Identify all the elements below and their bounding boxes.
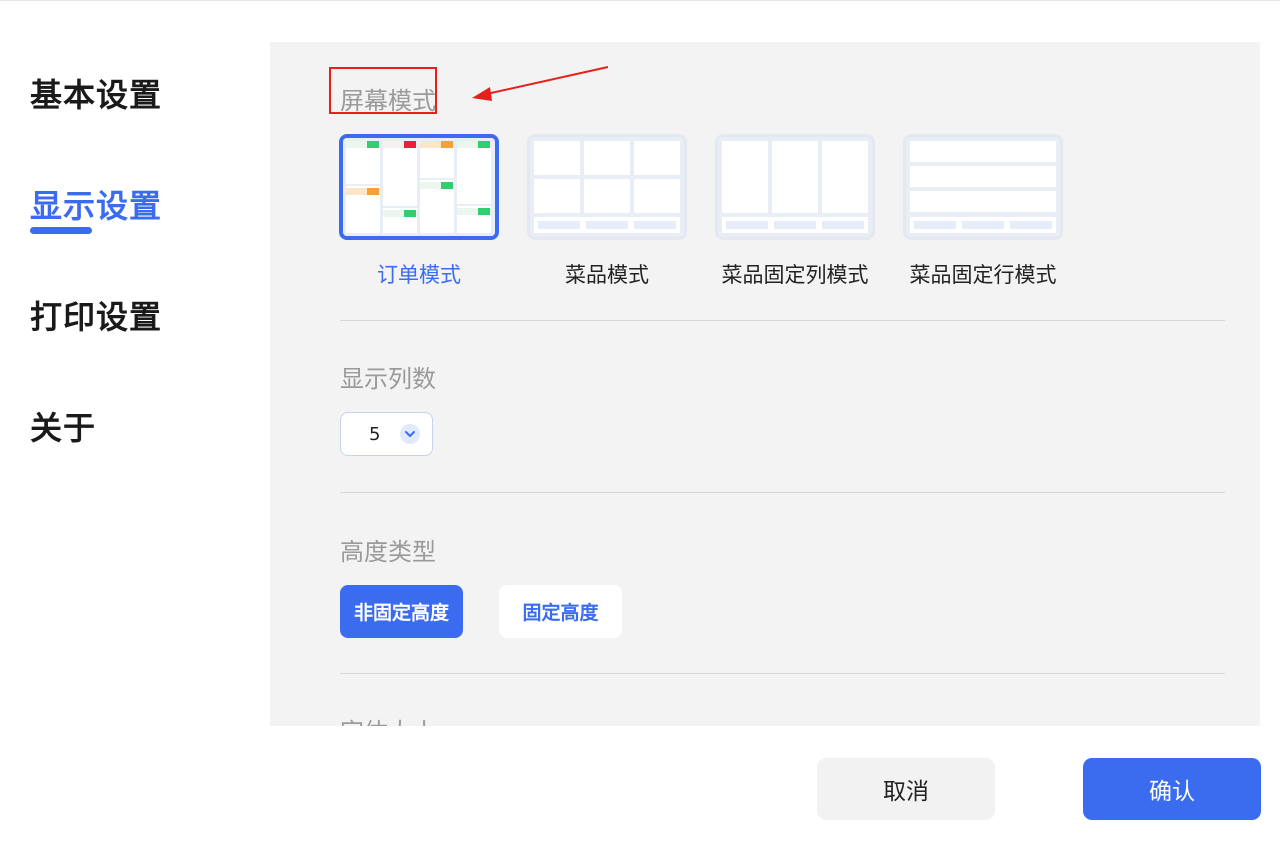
mode-label-dish-fixed-column: 菜品固定列模式 bbox=[721, 263, 869, 287]
active-tab-indicator bbox=[30, 227, 92, 234]
sidebar-item-display-settings[interactable]: 显示设置 bbox=[30, 181, 162, 227]
sidebar-item-print-settings[interactable]: 打印设置 bbox=[30, 292, 162, 338]
cancel-button[interactable]: 取消 bbox=[817, 758, 995, 820]
sidebar-item-basic-settings[interactable]: 基本设置 bbox=[30, 70, 162, 116]
mode-option-dish-fixed-row[interactable]: 菜品固定行模式 bbox=[903, 134, 1063, 289]
display-settings-panel[interactable]: 屏幕模式 订单模式 菜品模式 菜品固定列模式 菜品固定行模式 显示列数 5 高度… bbox=[270, 42, 1260, 726]
mode-option-dish-fixed-column[interactable]: 菜品固定列模式 bbox=[715, 134, 875, 289]
column-count-title: 显示列数 bbox=[340, 365, 436, 393]
section-divider bbox=[340, 492, 1225, 493]
mode-label-dish: 菜品模式 bbox=[565, 263, 649, 287]
sidebar-item-about[interactable]: 关于 bbox=[30, 403, 96, 449]
dish-mode-preview-icon bbox=[530, 137, 684, 237]
chevron-down-icon bbox=[400, 424, 420, 444]
dish-fixed-row-thumbnail bbox=[903, 134, 1063, 240]
height-type-title: 高度类型 bbox=[340, 538, 436, 566]
confirm-button[interactable]: 确认 bbox=[1083, 758, 1261, 820]
column-count-select[interactable]: 5 bbox=[340, 412, 433, 456]
section-divider bbox=[340, 320, 1225, 321]
order-mode-thumbnail bbox=[339, 134, 499, 240]
dish-fixed-column-thumbnail bbox=[715, 134, 875, 240]
section-divider bbox=[340, 673, 1225, 674]
column-count-value: 5 bbox=[369, 424, 381, 445]
dish-mode-thumbnail bbox=[527, 134, 687, 240]
non-fixed-height-button[interactable]: 非固定高度 bbox=[340, 585, 463, 638]
annotation-arrow-icon bbox=[472, 66, 609, 101]
settings-sidebar: 基本设置 显示设置 打印设置 关于 bbox=[0, 0, 270, 842]
dish-fixed-column-preview-icon bbox=[718, 137, 872, 237]
mode-label-dish-fixed-row: 菜品固定行模式 bbox=[909, 263, 1057, 287]
mode-option-order[interactable]: 订单模式 bbox=[339, 134, 499, 289]
dish-fixed-row-preview-icon bbox=[906, 137, 1060, 237]
order-mode-preview-icon bbox=[343, 138, 495, 236]
mode-option-dish[interactable]: 菜品模式 bbox=[527, 134, 687, 289]
mode-label-order: 订单模式 bbox=[377, 263, 461, 287]
fixed-height-button[interactable]: 固定高度 bbox=[499, 585, 622, 638]
font-size-title: 字体大小 bbox=[340, 712, 436, 726]
